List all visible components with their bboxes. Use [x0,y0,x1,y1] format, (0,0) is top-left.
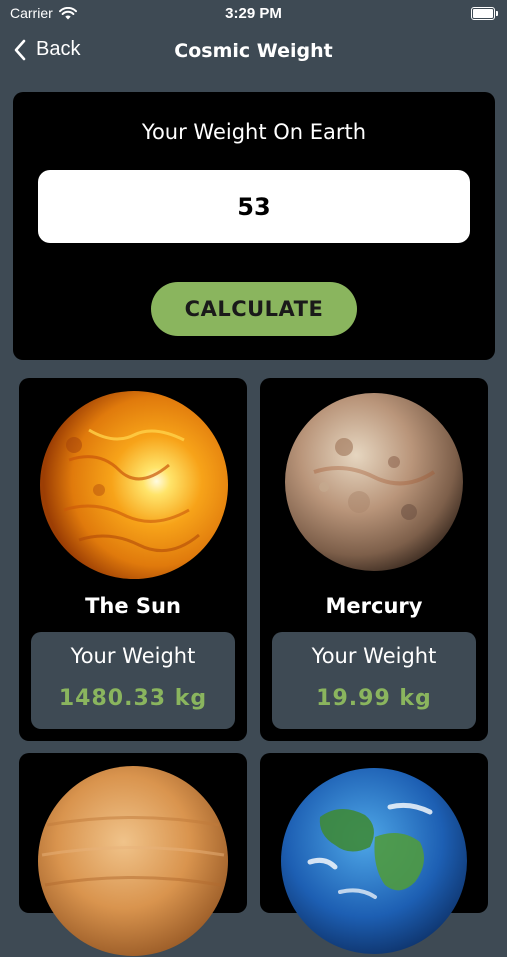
calculate-button[interactable]: CALCULATE [151,282,357,336]
planet-card-earth[interactable] [260,753,488,954]
status-bar: Carrier 3:29 PM [0,0,507,28]
status-time: 3:29 PM [225,5,282,22]
planet-card-sun[interactable]: The Sun Your Weight 1480.33 kg [19,378,247,741]
planet-card-venus[interactable] [19,753,247,956]
planet-name: Mercury [325,594,423,618]
venus-image [38,766,228,956]
weight-result-box: Your Weight 19.99 kg [272,632,476,729]
weight-result-label: Your Weight [70,644,196,668]
page-title: Cosmic Weight [174,40,333,62]
sun-image [40,391,228,579]
battery-icon [471,7,498,20]
planet-name: The Sun [85,594,181,618]
planet-card-mercury[interactable]: Mercury Your Weight 19.99 kg [260,378,488,741]
weight-result-value: 1480.33 kg [58,686,208,711]
weight-result-value: 19.99 kg [316,686,432,711]
weight-input-card: Your Weight On Earth CALCULATE [13,92,495,360]
earth-image [281,768,467,954]
weight-result-box: Your Weight 1480.33 kg [31,632,235,729]
weight-input-label: Your Weight On Earth [141,120,367,144]
weight-result-label: Your Weight [311,644,437,668]
mercury-image [285,393,463,571]
weight-input[interactable] [38,170,470,243]
nav-bar: Back Cosmic Weight [0,28,507,78]
